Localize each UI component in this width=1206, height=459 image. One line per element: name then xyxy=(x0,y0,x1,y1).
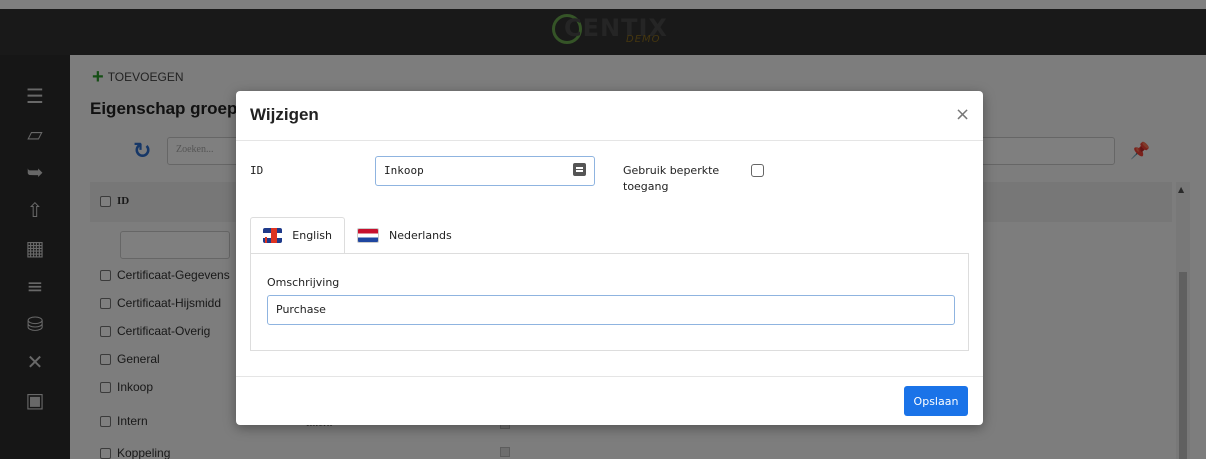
tab-label: English xyxy=(292,229,332,242)
restricted-access-checkbox[interactable] xyxy=(751,164,764,177)
close-icon[interactable]: × xyxy=(955,104,970,125)
tab-label: Nederlands xyxy=(389,229,452,242)
nl-flag-icon xyxy=(357,228,379,243)
dialog-title: Wijzigen xyxy=(250,105,319,124)
tab-panel-english: Omschrijving Purchase xyxy=(250,253,969,351)
dialog-footer: Opslaan xyxy=(236,376,983,425)
edit-dialog: Wijzigen × ID Inkoop Gebruik beperkte to… xyxy=(236,91,983,425)
tab-nederlands[interactable]: Nederlands xyxy=(345,217,464,254)
keyboard-icon[interactable] xyxy=(573,163,586,176)
save-button[interactable]: Opslaan xyxy=(904,386,968,416)
uk-flag-icon xyxy=(263,228,283,243)
dialog-header: Wijzigen × xyxy=(236,91,983,141)
description-label: Omschrijving xyxy=(267,276,340,289)
tab-english[interactable]: English xyxy=(250,217,345,254)
id-label: ID xyxy=(250,164,264,177)
restricted-access-label: Gebruik beperkte toegang xyxy=(623,164,720,193)
language-tabs: English Nederlands xyxy=(250,217,969,254)
description-input[interactable]: Purchase xyxy=(267,295,955,325)
id-input[interactable]: Inkoop xyxy=(375,156,595,186)
